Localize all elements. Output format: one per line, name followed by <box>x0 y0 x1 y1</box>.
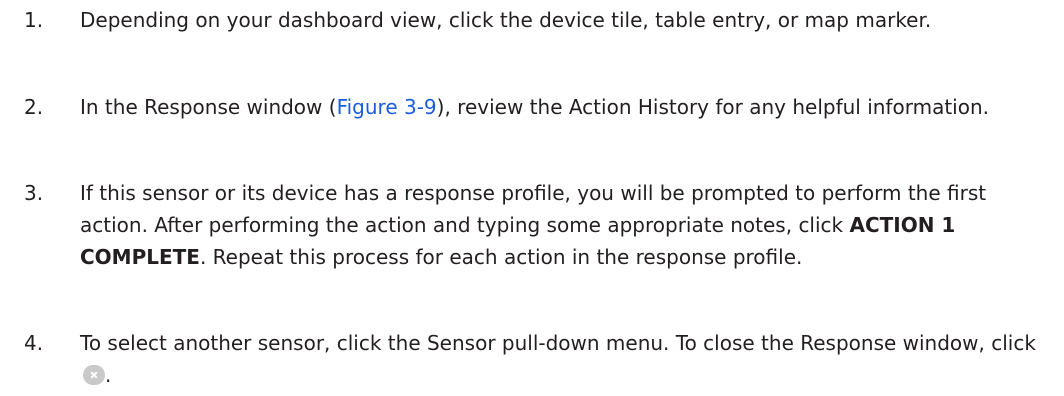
step-text-start: In the Response window ( <box>80 95 337 119</box>
step-text: In the Response window (Figure 3-9), rev… <box>80 91 1060 123</box>
step-number: 4. <box>24 331 44 355</box>
step-text-end: . <box>105 363 112 387</box>
close-icon <box>83 365 105 385</box>
step-text-end: ), review the Action History for any hel… <box>436 95 989 119</box>
step-text: Depending on your dashboard view, click … <box>80 8 932 32</box>
step-text-start: To select another sensor, click the Sens… <box>80 331 1036 355</box>
step-number: 3. <box>24 181 44 205</box>
step-text: To select another sensor, click the Sens… <box>80 327 1060 391</box>
step-number: 1. <box>24 8 44 32</box>
figure-link[interactable]: Figure 3-9 <box>337 95 437 119</box>
step-text-end: . Repeat this process for each action in… <box>199 245 803 269</box>
step-number: 2. <box>24 95 44 119</box>
step-text: If this sensor or its device has a respo… <box>80 177 1060 273</box>
